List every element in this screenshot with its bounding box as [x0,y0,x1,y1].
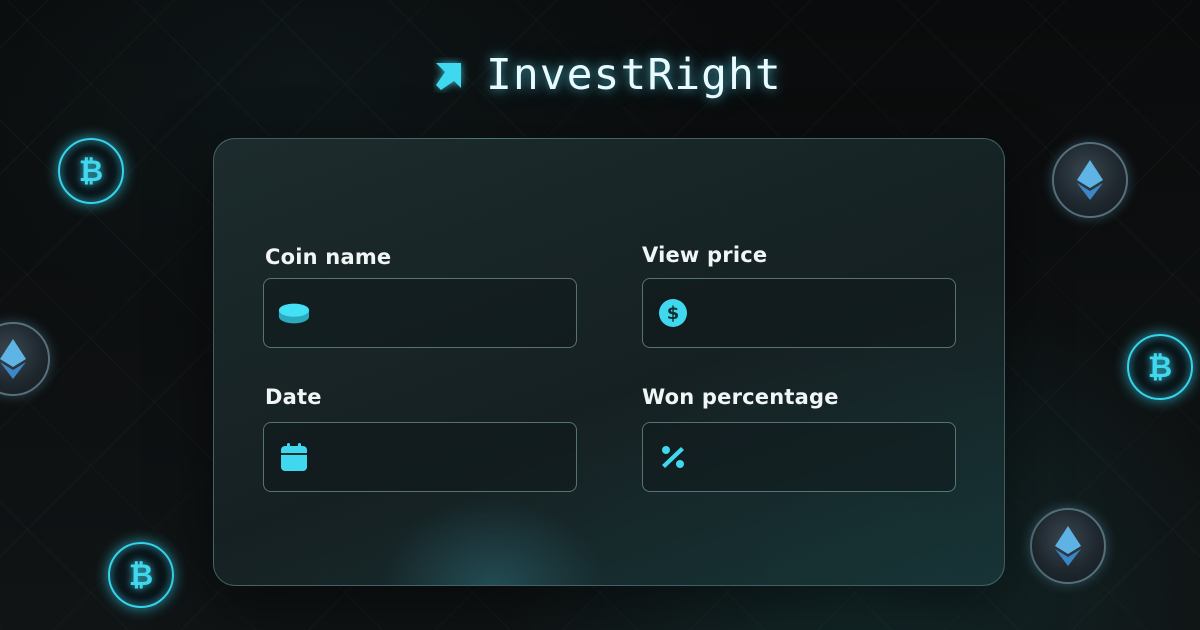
view-price-label: View price [642,243,768,267]
percent-icon [657,441,689,473]
date-input[interactable] [310,423,576,491]
won-percentage-field[interactable] [642,422,956,492]
view-price-field[interactable]: $ [642,278,956,348]
coin-name-label: Coin name [265,245,392,269]
view-price-input[interactable] [689,279,955,347]
date-field[interactable] [263,422,577,492]
ethereum-coin-icon [1052,142,1128,218]
ethereum-coin-icon [1030,508,1106,584]
won-percentage-label: Won percentage [642,385,839,409]
brand-name: InvestRight [486,50,782,100]
won-percentage-input[interactable] [689,423,955,491]
coin-name-field[interactable] [263,278,577,348]
dollar-circle-icon: $ [657,297,689,329]
bitcoin-coin-icon: ₿ [108,542,174,608]
arrow-up-right-icon [432,56,470,94]
page: InvestRight ₿ ₿ ₿ Coin name View price $… [0,0,1200,630]
bitcoin-coin-icon: ₿ [1127,334,1193,400]
bitcoin-coin-icon: ₿ [58,138,124,204]
brand-header: InvestRight [432,50,782,100]
coin-icon [278,297,310,329]
coin-name-input[interactable] [310,279,576,347]
date-label: Date [265,385,322,409]
calendar-icon [278,441,310,473]
ethereum-coin-icon [0,322,50,396]
svg-text:$: $ [667,303,680,324]
investment-form-card: Coin name View price $ Date Won percenta… [213,138,1005,586]
